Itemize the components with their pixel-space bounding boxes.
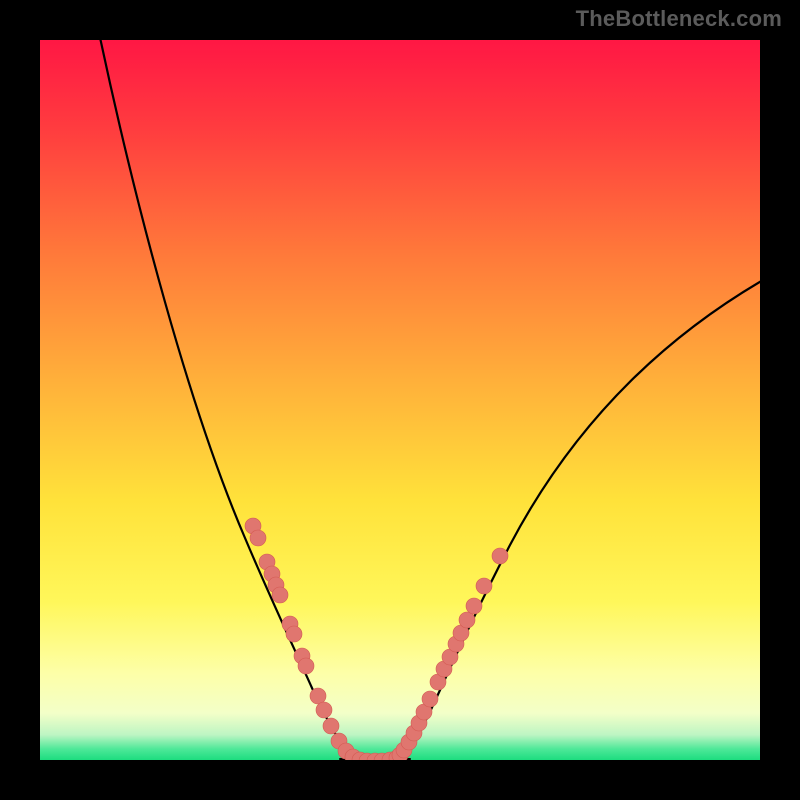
data-marker [310, 688, 326, 704]
data-marker [476, 578, 492, 594]
data-marker [250, 530, 266, 546]
chart-svg [40, 40, 760, 760]
data-marker [272, 587, 288, 603]
plot-area [40, 40, 760, 760]
data-marker [298, 658, 314, 674]
data-marker [459, 612, 475, 628]
data-marker [466, 598, 482, 614]
data-marker [492, 548, 508, 564]
watermark-text: TheBottleneck.com [576, 6, 782, 32]
data-marker [286, 626, 302, 642]
data-marker [323, 718, 339, 734]
series-left-curve [98, 40, 370, 760]
series-right-curve [398, 276, 760, 760]
chart-frame: TheBottleneck.com [0, 0, 800, 800]
series-group [98, 40, 760, 760]
data-marker [422, 691, 438, 707]
marker-group [245, 518, 508, 760]
data-marker [316, 702, 332, 718]
